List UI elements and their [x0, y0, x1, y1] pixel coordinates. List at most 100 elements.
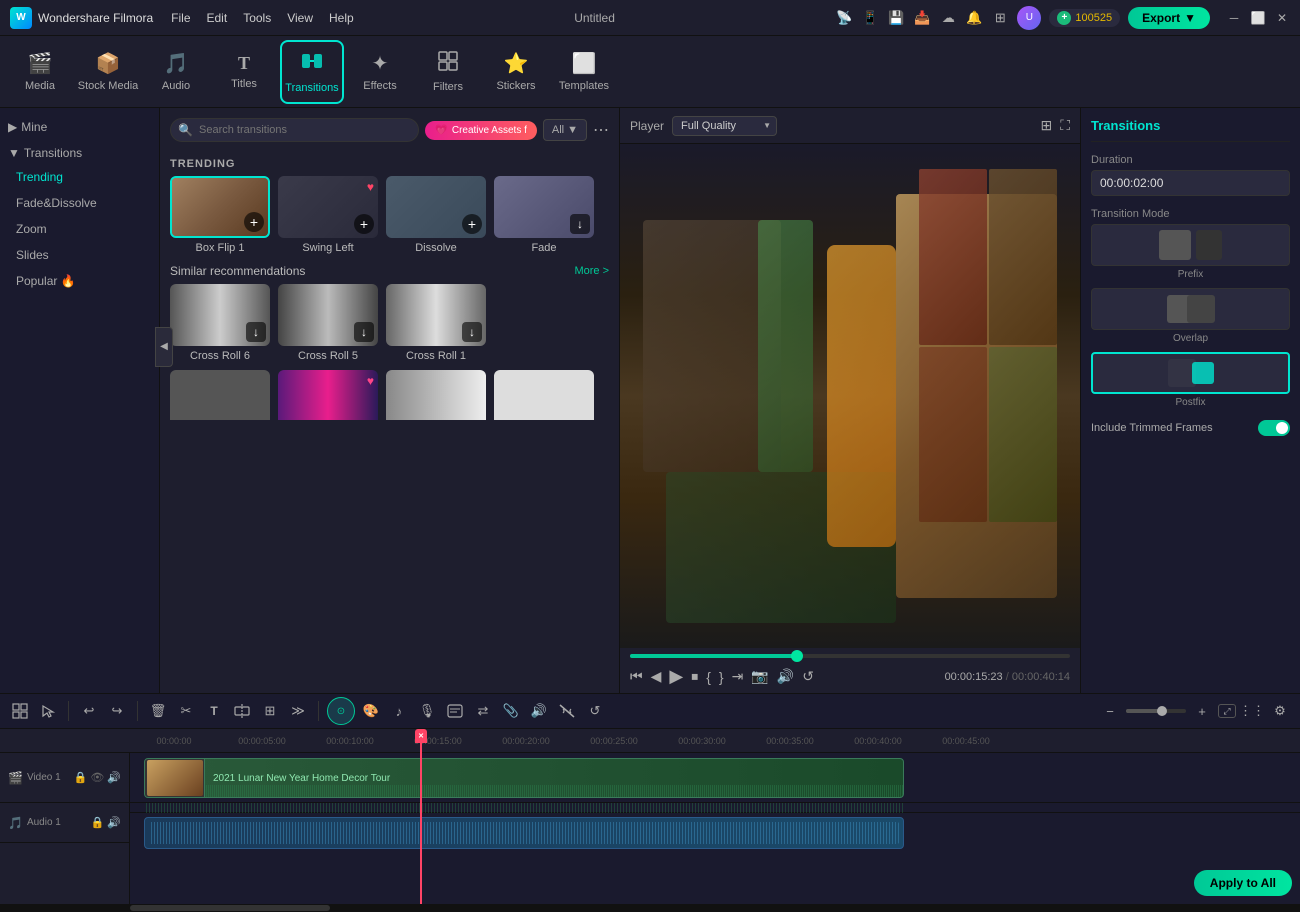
quality-selector[interactable]: Full Quality Half Quality Quarter Qualit…: [672, 116, 777, 136]
grid-view-icon[interactable]: ⊞: [1040, 117, 1052, 134]
apps-icon[interactable]: ⊞: [991, 9, 1009, 27]
menu-edit[interactable]: Edit: [207, 11, 228, 25]
tool-audio[interactable]: 🎵 Audio: [144, 40, 208, 104]
more-tools-button[interactable]: ≫: [286, 699, 310, 723]
tool-stickers[interactable]: ⭐ Stickers: [484, 40, 548, 104]
timeline-scrollbar[interactable]: [0, 904, 1300, 912]
in-point-button[interactable]: {: [706, 669, 711, 685]
out-point-button[interactable]: }: [719, 669, 724, 685]
timeline-options-button[interactable]: ⋮⋮: [1240, 699, 1264, 723]
split-button[interactable]: [230, 699, 254, 723]
sidebar-item-fade-dissolve[interactable]: Fade&Dissolve: [0, 190, 159, 216]
tool-media[interactable]: 🎬 Media: [8, 40, 72, 104]
video-lock-icon[interactable]: 🔒: [74, 771, 88, 784]
audio-mute-icon[interactable]: 🔊: [107, 816, 121, 829]
creative-assets-button[interactable]: 💗 Creative Assets f: [425, 121, 536, 140]
transition-cross-roll-6[interactable]: ↓ Cross Roll 6: [170, 284, 270, 362]
tool-filters[interactable]: Filters: [416, 40, 480, 104]
skip-back-button[interactable]: ⏮: [630, 668, 643, 685]
rotate-tool[interactable]: ↺: [583, 699, 607, 723]
apply-to-all-button[interactable]: Apply to All: [1194, 870, 1292, 896]
menu-view[interactable]: View: [287, 11, 313, 25]
remove-audio-button[interactable]: [555, 699, 579, 723]
sidebar-item-popular[interactable]: Popular 🔥: [0, 268, 159, 294]
mobile-icon[interactable]: 📱: [861, 9, 879, 27]
sidebar-section-mine[interactable]: ▶ Mine: [0, 116, 159, 138]
all-filter-dropdown[interactable]: All ▼: [543, 119, 587, 141]
text-tool[interactable]: T: [202, 699, 226, 723]
video-mute-icon[interactable]: 👁: [90, 771, 104, 784]
stop-button[interactable]: ⏹: [691, 668, 698, 685]
group-tool[interactable]: [8, 699, 32, 723]
overlap-mode-button[interactable]: [1091, 288, 1290, 330]
rotate-button[interactable]: ↺: [802, 668, 814, 685]
timeline-settings-button[interactable]: ⚙: [1268, 699, 1292, 723]
menu-file[interactable]: File: [171, 11, 190, 25]
fade-download-icon[interactable]: ↓: [570, 214, 590, 234]
redo-button[interactable]: ↪: [105, 699, 129, 723]
box-flip-1-add-icon[interactable]: +: [244, 212, 264, 232]
audio-settings-icon[interactable]: 🔊: [777, 668, 794, 685]
transition-swing-left[interactable]: ♥ + Swing Left: [278, 176, 378, 254]
color-button[interactable]: 🎨: [359, 699, 383, 723]
snapshot-button[interactable]: 📷: [751, 668, 768, 685]
audio-lock-icon[interactable]: 🔒: [91, 816, 105, 829]
zoom-slider[interactable]: [1126, 709, 1186, 713]
search-input[interactable]: [170, 118, 419, 142]
close-button[interactable]: ✕: [1274, 10, 1290, 26]
cross-roll-6-download-icon[interactable]: ↓: [246, 322, 266, 342]
menu-help[interactable]: Help: [329, 11, 354, 25]
transition-cross-roll-5[interactable]: ↓ Cross Roll 5: [278, 284, 378, 362]
clip-in-button[interactable]: ⇥: [732, 668, 744, 685]
cut-button[interactable]: ✂: [174, 699, 198, 723]
cast-icon[interactable]: 📡: [835, 9, 853, 27]
record-button[interactable]: 🎙: [415, 699, 439, 723]
more-link[interactable]: More >: [574, 265, 609, 277]
delete-button[interactable]: 🗑: [146, 699, 170, 723]
tool-titles[interactable]: T Titles: [212, 40, 276, 104]
transition-box-flip-1[interactable]: + Box Flip 1: [170, 176, 270, 254]
tool-stock-media[interactable]: 📦 Stock Media: [76, 40, 140, 104]
cross-roll-1-download-icon[interactable]: ↓: [462, 322, 482, 342]
tool-templates[interactable]: ⬜ Templates: [552, 40, 616, 104]
export-button[interactable]: Export ▼: [1128, 7, 1210, 29]
zoom-in-button[interactable]: +: [1190, 699, 1214, 723]
import-icon[interactable]: 📥: [913, 9, 931, 27]
sidebar-item-trending[interactable]: Trending: [0, 164, 159, 190]
transition-cross-roll-1[interactable]: ↓ Cross Roll 1: [386, 284, 486, 362]
cross-roll-5-download-icon[interactable]: ↓: [354, 322, 374, 342]
quality-select-input[interactable]: Full Quality Half Quality Quarter Qualit…: [672, 116, 777, 136]
sidebar-section-transitions[interactable]: ▼ Transitions: [0, 142, 159, 164]
fullscreen-icon[interactable]: ⛶: [1060, 117, 1070, 134]
frame-back-button[interactable]: ◀: [651, 668, 662, 685]
maximize-button[interactable]: ⬜: [1250, 10, 1266, 26]
prefix-mode-button[interactable]: [1091, 224, 1290, 266]
subtitle-button[interactable]: [443, 699, 467, 723]
transition-add-button[interactable]: ⇄: [471, 699, 495, 723]
coins-plus-icon[interactable]: +: [1057, 11, 1071, 25]
postfix-mode-button[interactable]: [1091, 352, 1290, 394]
transition-fade[interactable]: ↓ Fade: [494, 176, 594, 254]
bell-icon[interactable]: 🔔: [965, 9, 983, 27]
sidebar-item-zoom[interactable]: Zoom: [0, 216, 159, 242]
speed-button[interactable]: ⊙: [327, 697, 355, 725]
video-volume-icon[interactable]: 🔊: [107, 771, 121, 784]
zoom-out-button[interactable]: −: [1098, 699, 1122, 723]
dissolve-add-icon[interactable]: +: [462, 214, 482, 234]
audio-button[interactable]: ♪: [387, 699, 411, 723]
select-tool[interactable]: [36, 699, 60, 723]
play-button[interactable]: ▶: [669, 666, 683, 687]
transition-dissolve[interactable]: + Dissolve: [386, 176, 486, 254]
clip-button[interactable]: 📎: [499, 699, 523, 723]
tool-effects[interactable]: ✦ Effects: [348, 40, 412, 104]
cloud-icon[interactable]: ☁: [939, 9, 957, 27]
more-options-button[interactable]: ⋯: [593, 120, 609, 140]
panel-collapse-button[interactable]: ◀: [155, 327, 173, 367]
progress-bar[interactable]: [630, 654, 1070, 658]
undo-button[interactable]: ↩: [77, 699, 101, 723]
fit-timeline-button[interactable]: ⤢: [1218, 704, 1236, 718]
video-clip[interactable]: 2021 Lunar New Year Home Decor Tour: [144, 758, 904, 798]
volume-button[interactable]: 🔊: [527, 699, 551, 723]
minimize-button[interactable]: ─: [1226, 10, 1242, 26]
swing-left-add-icon[interactable]: +: [354, 214, 374, 234]
